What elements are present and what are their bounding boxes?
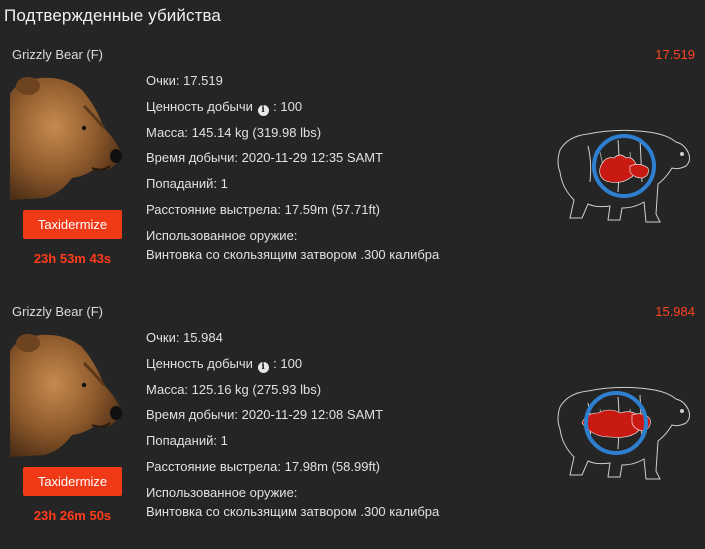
harvest-time-value: 2020-11-29 12:35 SAMT — [241, 150, 384, 166]
mass-label: Масса: — [146, 381, 189, 397]
kill-score-header: 15.984 — [655, 304, 695, 319]
shot-distance-row: Расстояние выстрела: 17.59m (57.71ft) — [146, 201, 439, 227]
weapon-label: Использованное оружие: — [146, 227, 298, 243]
kill-entry: Grizzly Bear (F) 17.519 Taxidermize 23h … — [0, 42, 705, 292]
taxidermize-button[interactable]: Taxidermize — [23, 210, 122, 239]
page-title: Подтвержденные убийства — [4, 6, 221, 25]
harvest-time-label: Время добычи: — [146, 150, 238, 166]
weapon-value: Винтовка со скользящим затвором .300 кал… — [146, 246, 440, 262]
weapon-label: Использованное оружие: — [146, 484, 298, 500]
shot-placement-diagram — [557, 129, 691, 223]
harvest-time-row: Время добычи: 2020-11-29 12:35 SAMT — [146, 149, 439, 175]
trophy-value-label: Ценность добычи — [146, 355, 253, 371]
mass-row: Масса: 125.16 kg (275.93 lbs) — [146, 381, 439, 407]
animal-name: Grizzly Bear (F) — [12, 304, 103, 319]
mass-value: 125.16 kg (275.93 lbs) — [191, 381, 322, 397]
score-row: Очки: 15.984 — [146, 329, 439, 355]
hits-value: 1 — [220, 176, 228, 192]
score-label: Очки: — [146, 73, 180, 88]
kill-score-header: 17.519 — [655, 47, 695, 62]
bear-portrait — [10, 77, 122, 200]
taxidermy-timer: 23h 26m 50s — [33, 508, 112, 523]
trophy-value: : 100 — [273, 98, 303, 114]
mass-row: Масса: 145.14 kg (319.98 lbs) — [146, 124, 439, 150]
trophy-value-row: Ценность добычи i : 100 — [146, 98, 439, 124]
trophy-value: : 100 — [273, 355, 303, 371]
info-icon[interactable]: i — [257, 361, 269, 373]
hits-label: Попаданий: — [146, 433, 217, 449]
taxidermy-timer: 23h 53m 43s — [33, 251, 112, 266]
taxidermize-button[interactable]: Taxidermize — [23, 467, 122, 496]
score-row: Очки: 17.519 — [146, 72, 439, 98]
hits-row: Попаданий: 1 — [146, 432, 439, 458]
harvest-time-row: Время добычи: 2020-11-29 12:08 SAMT — [146, 406, 439, 432]
hits-label: Попаданий: — [146, 176, 217, 192]
shot-distance-label: Расстояние выстрела: — [146, 458, 281, 474]
kill-details: Очки: 17.519 Ценность добычи i : 100 Мас… — [146, 72, 439, 272]
info-icon[interactable]: i — [257, 104, 269, 116]
shot-distance-row: Расстояние выстрела: 17.98m (58.99ft) — [146, 458, 439, 484]
hits-value: 1 — [220, 433, 228, 449]
shot-distance-value: 17.59m (57.71ft) — [284, 201, 381, 217]
harvest-time-value: 2020-11-29 12:08 SAMT — [241, 407, 384, 423]
animal-name: Grizzly Bear (F) — [12, 47, 103, 62]
kill-entry: Grizzly Bear (F) 15.984 Taxidermize 23h … — [0, 299, 705, 549]
score-value: 17.519 — [183, 73, 223, 88]
hits-row: Попаданий: 1 — [146, 175, 439, 201]
shot-placement-diagram — [557, 386, 691, 480]
trophy-value-label: Ценность добычи — [146, 98, 253, 114]
mass-label: Масса: — [146, 124, 189, 140]
kill-details: Очки: 15.984 Ценность добычи i : 100 Мас… — [146, 329, 439, 529]
shot-distance-label: Расстояние выстрела: — [146, 201, 281, 217]
mass-value: 145.14 kg (319.98 lbs) — [191, 124, 322, 140]
score-value: 15.984 — [183, 330, 223, 345]
trophy-value-row: Ценность добычи i : 100 — [146, 355, 439, 381]
shot-distance-value: 17.98m (58.99ft) — [284, 458, 381, 474]
harvest-time-label: Время добычи: — [146, 407, 238, 423]
weapon-value: Винтовка со скользящим затвором .300 кал… — [146, 503, 440, 519]
score-label: Очки: — [146, 330, 180, 345]
bear-portrait — [10, 334, 122, 457]
